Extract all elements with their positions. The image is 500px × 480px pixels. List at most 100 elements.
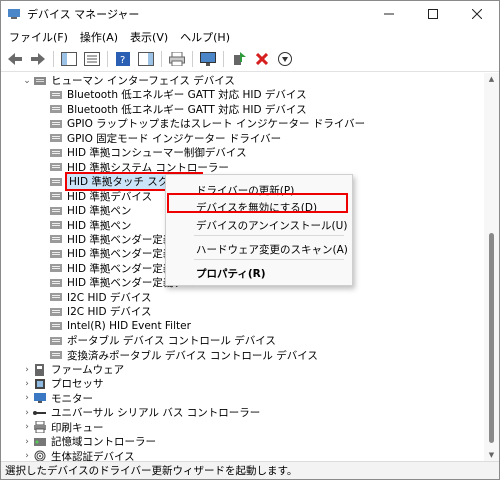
tree-item-label: 記憶域コントローラー bbox=[51, 436, 156, 449]
expand-chevron-icon[interactable]: › bbox=[21, 422, 33, 432]
toolbar-separator bbox=[107, 51, 108, 67]
maximize-button[interactable] bbox=[411, 1, 455, 27]
context-menu-scan-hardware[interactable]: ハードウェア変更のスキャン(A) bbox=[196, 242, 348, 257]
tree-item[interactable]: 変換済みポータブル デバイス コントロール デバイス bbox=[49, 348, 318, 363]
close-button[interactable] bbox=[455, 1, 499, 27]
toolbar-separator bbox=[223, 51, 224, 67]
tree-item[interactable]: ポータブル デバイス コントロール デバイス bbox=[49, 333, 276, 348]
menu-bar: ファイル(F) 操作(A) 表示(V) ヘルプ(H) bbox=[1, 27, 499, 47]
expand-chevron-icon[interactable]: › bbox=[21, 365, 33, 375]
vertical-scrollbar[interactable]: ▲ ▼ bbox=[484, 73, 499, 461]
title-bar: デバイス マネージャー bbox=[1, 1, 499, 27]
tree-item[interactable]: Bluetooth 低エネルギー GATT 対応 HID デバイス bbox=[49, 87, 307, 102]
expand-chevron-icon[interactable]: › bbox=[21, 379, 33, 389]
toolbar-separator bbox=[53, 51, 54, 67]
tree-item[interactable]: HID 準拠ペン bbox=[49, 203, 131, 218]
tree-item[interactable]: HID 準拠コンシューマー制御デバイス bbox=[49, 145, 247, 160]
tree-item[interactable]: › 記憶域コントローラー bbox=[21, 434, 156, 449]
hid-category-icon bbox=[33, 75, 47, 87]
tree-item-label: HID 準拠コンシューマー制御デバイス bbox=[67, 147, 247, 160]
tree-item[interactable]: I2C HID デバイス bbox=[49, 304, 152, 319]
tree-item-label: Bluetooth 低エネルギー GATT 対応 HID デバイス bbox=[67, 89, 307, 102]
context-menu: ドライバーの更新(P) デバイスを無効にする(D) デバイスのアンインストール(… bbox=[165, 174, 353, 286]
menu-view[interactable]: 表示(V) bbox=[124, 29, 174, 45]
print-button[interactable] bbox=[167, 49, 187, 69]
device-manager-app-icon bbox=[7, 7, 21, 21]
tree-item[interactable]: HID 準拠デバイス bbox=[49, 189, 152, 204]
menu-file[interactable]: ファイル(F) bbox=[3, 29, 74, 45]
tree-item-label: Intel(R) HID Event Filter bbox=[67, 320, 191, 333]
tree-item[interactable]: Bluetooth 低エネルギー GATT 対応 HID デバイス bbox=[49, 102, 307, 117]
tree-item-label: 印刷キュー bbox=[51, 421, 104, 434]
tree-item[interactable]: HID 準拠システム コントローラー bbox=[49, 160, 229, 175]
tree-item-label: I2C HID デバイス bbox=[67, 306, 152, 319]
action-pane-button[interactable] bbox=[136, 49, 156, 69]
scroll-down-button[interactable]: ▼ bbox=[484, 449, 499, 461]
usb-icon bbox=[33, 407, 47, 419]
disable-device-button[interactable] bbox=[275, 49, 295, 69]
tree-item-label: モニター bbox=[51, 392, 93, 405]
tree-item[interactable]: ⌄ ヒューマン インターフェイス デバイス bbox=[21, 73, 235, 88]
collapse-chevron-icon[interactable]: ⌄ bbox=[21, 76, 33, 86]
menu-help[interactable]: ヘルプ(H) bbox=[174, 29, 236, 45]
hid-device-icon bbox=[49, 262, 63, 274]
hid-device-icon bbox=[49, 335, 63, 347]
back-button[interactable] bbox=[5, 49, 25, 69]
context-menu-properties[interactable]: プロパティ(R) bbox=[196, 266, 266, 281]
scrollbar-thumb[interactable] bbox=[489, 233, 494, 443]
hid-device-icon bbox=[49, 89, 63, 101]
menu-action[interactable]: 操作(A) bbox=[74, 29, 124, 45]
minimize-icon bbox=[384, 13, 394, 15]
biometric-icon bbox=[33, 450, 47, 461]
properties-toolbar-button[interactable] bbox=[82, 49, 102, 69]
storage-controller-icon bbox=[33, 436, 47, 448]
tree-item[interactable]: › モニター bbox=[21, 391, 93, 406]
monitor-scan-icon bbox=[200, 52, 216, 66]
tree-item-label: HID 準拠ペン bbox=[67, 219, 132, 232]
tree-item[interactable]: GPIO ラップトップまたはスレート インジケーター ドライバー bbox=[49, 116, 365, 131]
tree-item[interactable]: Intel(R) HID Event Filter bbox=[49, 319, 191, 334]
hid-device-icon bbox=[49, 306, 63, 318]
hid-device-icon bbox=[49, 147, 63, 159]
hid-device-icon bbox=[49, 349, 63, 361]
hid-device-icon bbox=[49, 219, 63, 231]
expand-chevron-icon[interactable]: › bbox=[21, 393, 33, 403]
tree-item-label: ポータブル デバイス コントロール デバイス bbox=[67, 335, 276, 348]
tree-item[interactable]: › ユニバーサル シリアル バス コントローラー bbox=[21, 405, 260, 420]
minimize-button[interactable] bbox=[367, 1, 411, 27]
expand-chevron-icon[interactable]: › bbox=[21, 451, 33, 461]
update-driver-button[interactable] bbox=[229, 49, 249, 69]
tree-item[interactable]: › 生体認証デバイス bbox=[21, 449, 135, 461]
help-button[interactable]: ? bbox=[113, 49, 133, 69]
disable-down-arrow-icon bbox=[278, 52, 292, 66]
tree-item[interactable]: I2C HID デバイス bbox=[49, 290, 152, 305]
properties-icon bbox=[84, 52, 100, 66]
toolbar: ? bbox=[1, 47, 499, 72]
hid-device-icon bbox=[49, 190, 63, 202]
tree-item[interactable]: › ファームウェア bbox=[21, 362, 124, 377]
scroll-up-button[interactable]: ▲ bbox=[484, 73, 499, 85]
show-hide-console-tree-button[interactable] bbox=[59, 49, 79, 69]
hid-device-icon bbox=[49, 132, 63, 144]
tree-item[interactable]: HID 準拠ペン bbox=[49, 218, 131, 233]
forward-arrow-icon bbox=[31, 53, 45, 65]
expand-chevron-icon[interactable]: › bbox=[21, 408, 33, 418]
tree-item-label: ヒューマン インターフェイス デバイス bbox=[51, 75, 235, 87]
tree-item[interactable]: › プロセッサ bbox=[21, 376, 103, 391]
forward-button[interactable] bbox=[28, 49, 48, 69]
tree-item[interactable]: GPIO 固定モード インジケーター ドライバー bbox=[49, 131, 281, 146]
tree-item[interactable]: › 印刷キュー bbox=[21, 420, 104, 435]
uninstall-device-button[interactable] bbox=[252, 49, 272, 69]
scan-hardware-button[interactable] bbox=[198, 49, 218, 69]
context-menu-uninstall-device[interactable]: デバイスのアンインストール(U) bbox=[196, 218, 347, 233]
firmware-icon bbox=[33, 363, 47, 376]
expand-chevron-icon[interactable]: › bbox=[21, 437, 33, 447]
tree-item-label: Bluetooth 低エネルギー GATT 対応 HID デバイス bbox=[67, 103, 307, 116]
processor-icon bbox=[33, 378, 47, 390]
disable-device-highlight-box bbox=[167, 193, 348, 213]
window-title: デバイス マネージャー bbox=[27, 8, 140, 21]
status-text: 選択したデバイスのドライバー更新ウィザードを起動します。 bbox=[5, 465, 298, 477]
tree-item-label: ファームウェア bbox=[51, 364, 125, 376]
device-manager-window: デバイス マネージャー ファイル(F) 操作(A) 表示(V) ヘルプ(H) ?… bbox=[0, 0, 500, 480]
tree-item-label: ユニバーサル シリアル バス コントローラー bbox=[51, 407, 261, 420]
